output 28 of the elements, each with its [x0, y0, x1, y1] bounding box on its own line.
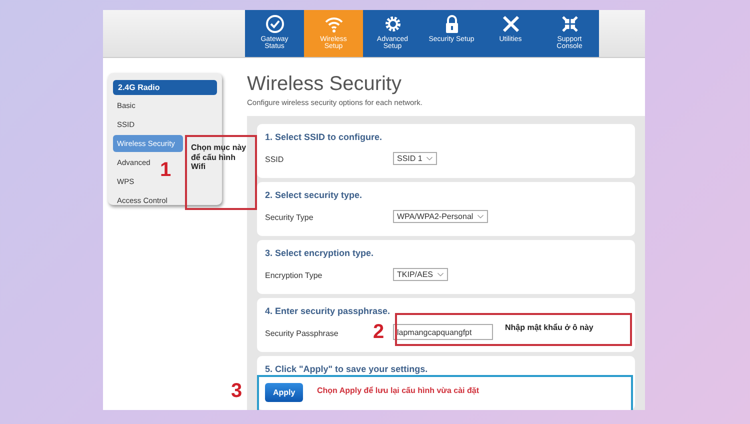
- chevron-icon: [477, 214, 484, 218]
- section-heading: 5. Click "Apply" to save your settings.: [265, 364, 429, 374]
- field-label: Security Passphrase: [265, 329, 338, 338]
- field-label: SSID: [265, 155, 284, 164]
- chevron-icon: [426, 156, 434, 160]
- section-heading: 3. Select encryption type.: [265, 248, 375, 258]
- dropdown[interactable]: SSID 1: [393, 152, 438, 164]
- apply-button[interactable]: Apply: [265, 382, 304, 402]
- input-field[interactable]: lapmangcapquangfpt: [393, 324, 493, 340]
- chevron-icon: [437, 272, 444, 276]
- annotation-number: 2: [373, 322, 384, 342]
- check-circle-icon: [264, 14, 284, 34]
- annotation-number: 3: [231, 381, 242, 401]
- section-heading: 4. Enter security passphrase.: [265, 306, 392, 316]
- section-heading: 2. Select security type.: [265, 190, 364, 200]
- annotation-text: Nhập mật khẩu ở ô này: [505, 323, 594, 333]
- annotation-text: Chọn mục này để cấu hình Wifi: [191, 143, 248, 172]
- sidebar-header: 2.4G Radio: [113, 80, 217, 95]
- page-title: Wireless Security: [247, 73, 402, 95]
- section-heading: 1. Select SSID to configure.: [265, 132, 384, 142]
- field-label: Encryption Type: [265, 271, 322, 280]
- field-label: Security Type: [265, 213, 314, 222]
- dropdown[interactable]: WPA/WPA2-Personal: [393, 210, 488, 222]
- dropdown[interactable]: TKIP/AES: [393, 268, 448, 280]
- annotation-number: 1: [160, 160, 172, 180]
- annotation-text: Chọn Apply để lưu lại cấu hình vừa cài đặt: [317, 386, 479, 396]
- settings-icon: [382, 14, 402, 34]
- arrows-icon: [560, 14, 580, 34]
